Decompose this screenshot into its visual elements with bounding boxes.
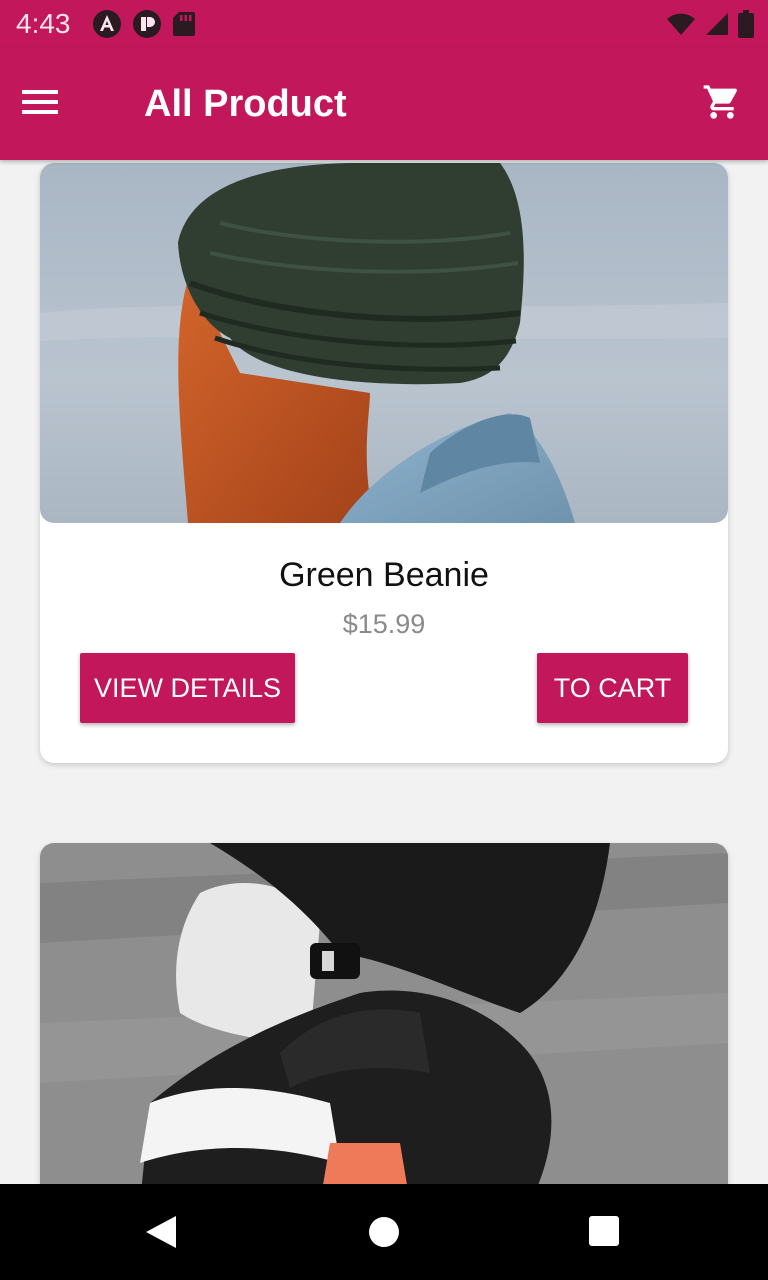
back-icon[interactable] [144, 1214, 178, 1255]
cart-button[interactable] [696, 78, 748, 130]
signal-icon [704, 11, 730, 42]
angular-icon [92, 9, 122, 44]
product-list[interactable]: Green Beanie $15.99 VIEW DETAILS TO CART [0, 160, 768, 1184]
product-price: $15.99 [342, 609, 426, 639]
app-bar: All Product [0, 48, 768, 160]
recents-icon[interactable] [589, 1216, 619, 1246]
record-icon [132, 9, 162, 44]
battery-icon [738, 10, 754, 43]
to-cart-button[interactable]: TO CART [537, 653, 688, 723]
home-icon[interactable] [368, 1216, 400, 1253]
page-title: All Product [144, 83, 347, 125]
status-time: 4:43 [16, 8, 71, 39]
product-card: Green Beanie $15.99 VIEW DETAILS TO CART [40, 163, 728, 763]
menu-icon [22, 88, 58, 121]
wifi-icon [666, 11, 696, 42]
product-image [40, 163, 728, 523]
product-name: Green Beanie [279, 556, 489, 594]
product-image [40, 843, 728, 1184]
app-screen: 4:43 All Product Green Beanie $15.99 VIE… [0, 0, 768, 1280]
status-icons-right [666, 10, 754, 43]
status-bar: 4:43 [0, 0, 768, 48]
status-icons-left [92, 9, 196, 44]
system-navigation-bar [0, 1184, 768, 1280]
view-details-button[interactable]: VIEW DETAILS [80, 653, 295, 723]
product-card [40, 843, 728, 1184]
menu-button[interactable] [16, 80, 64, 128]
sd-card-icon [172, 10, 196, 43]
shopping-cart-icon [702, 82, 742, 127]
